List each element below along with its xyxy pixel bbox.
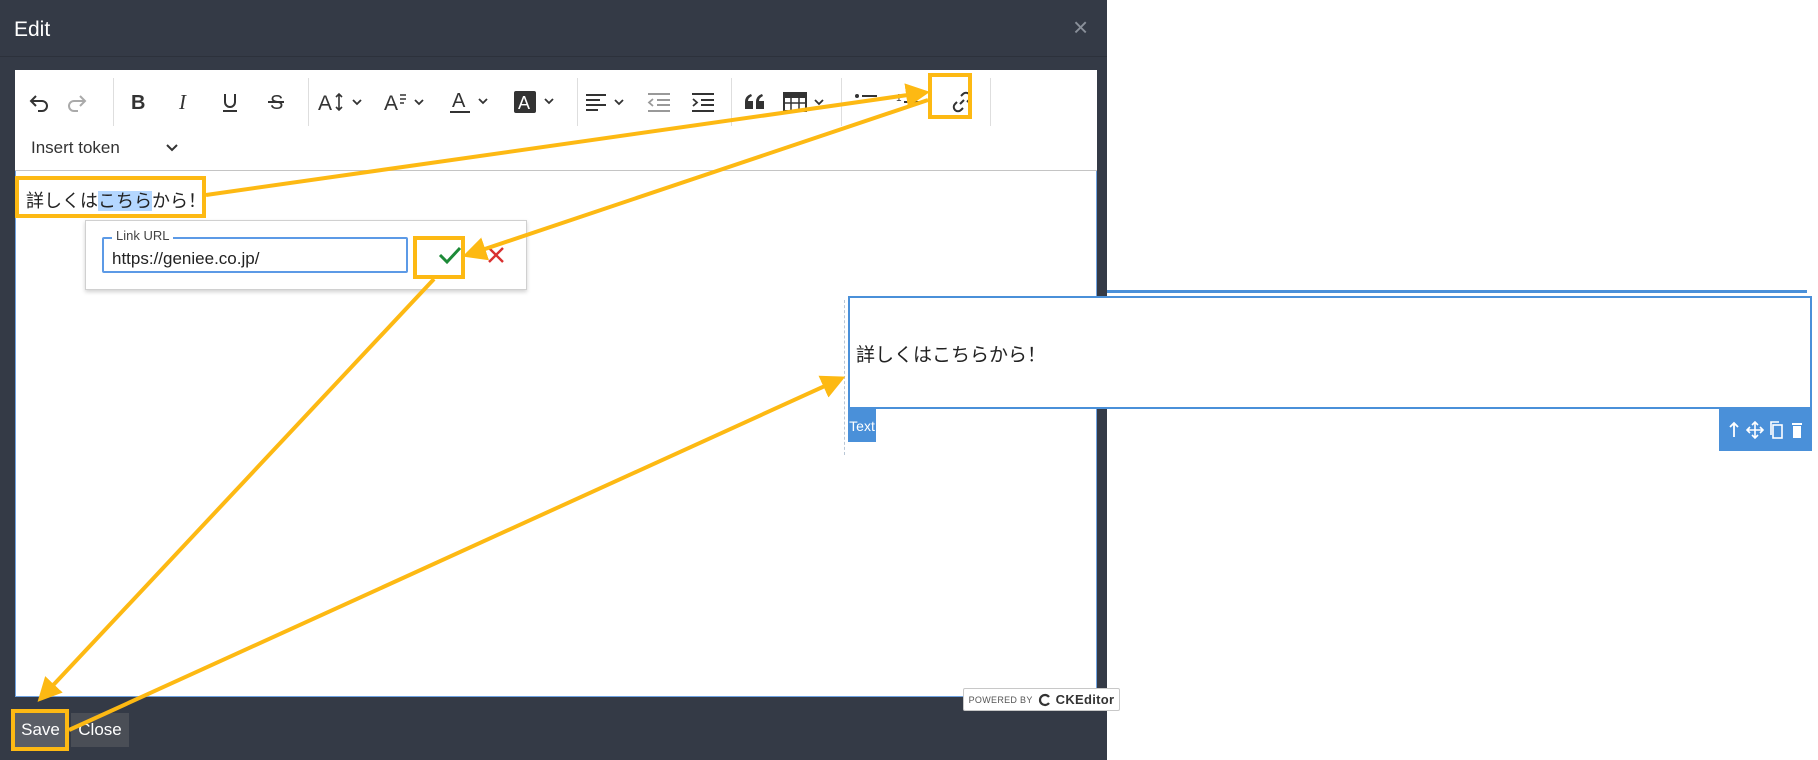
selected-text: こちら <box>98 191 152 211</box>
cancel-link-button[interactable] <box>476 237 516 273</box>
outdent-icon[interactable] <box>641 86 677 118</box>
font-color-icon[interactable]: A <box>447 86 503 118</box>
ckeditor-brand: CKEditor <box>1055 692 1115 707</box>
insert-token-label: Insert token <box>31 138 120 157</box>
italic-icon[interactable]: I <box>167 86 201 118</box>
svg-text:1: 1 <box>896 93 902 104</box>
link-icon[interactable] <box>945 86 979 118</box>
toolbar-separator <box>113 78 114 126</box>
chevron-down-icon <box>166 144 178 152</box>
close-icon <box>488 247 504 263</box>
editor-toolbar: B I S A A A A 1 Insert token <box>15 70 1097 171</box>
powered-by-text: POWERED BY <box>968 694 1033 705</box>
insert-table-icon[interactable] <box>781 86 835 118</box>
editor-text-line: 詳しくはこちらから！ <box>26 187 206 213</box>
svg-text:A: A <box>384 92 398 114</box>
move-up-icon[interactable] <box>1724 418 1744 442</box>
undo-icon[interactable] <box>23 86 55 118</box>
blockquote-icon[interactable] <box>737 86 773 118</box>
font-background-color-icon[interactable]: A <box>511 86 567 118</box>
toolbar-separator <box>308 78 309 126</box>
font-size-icon[interactable]: A <box>315 86 371 118</box>
font-family-icon[interactable]: A <box>381 86 437 118</box>
save-button[interactable]: Save <box>12 713 69 747</box>
link-balloon: Link URL <box>85 220 527 290</box>
toolbar-separator <box>577 78 578 126</box>
preview-top-border <box>1107 290 1807 293</box>
save-link-button[interactable] <box>430 237 470 273</box>
powered-by-badge[interactable]: POWERED BY CKEditor <box>963 688 1120 711</box>
ckeditor-logo-icon <box>1038 693 1050 706</box>
indent-icon[interactable] <box>685 86 721 118</box>
insert-token-dropdown[interactable]: Insert token <box>31 134 179 162</box>
link-url-label: Link URL <box>112 228 174 243</box>
delete-icon[interactable] <box>1787 418 1807 442</box>
text-before: 詳しくは <box>26 191 98 211</box>
checkmark-icon <box>438 246 462 265</box>
drag-move-icon[interactable] <box>1745 418 1765 442</box>
title-divider <box>0 56 1107 57</box>
toolbar-separator <box>990 78 991 126</box>
modal-title: Edit <box>14 18 51 41</box>
numbered-list-icon[interactable]: 1 <box>891 86 925 118</box>
bulleted-list-icon[interactable] <box>849 86 883 118</box>
svg-text:A: A <box>318 92 332 114</box>
svg-text:A: A <box>518 93 530 113</box>
close-button[interactable]: Close <box>71 713 129 747</box>
redo-icon[interactable] <box>61 86 93 118</box>
block-controls <box>1719 409 1812 451</box>
text-after: から！ <box>152 191 206 211</box>
block-type-tag: Text <box>848 409 876 442</box>
underline-icon[interactable] <box>213 86 247 118</box>
bold-icon[interactable]: B <box>121 86 155 118</box>
svg-text:B: B <box>131 92 145 113</box>
svg-text:I: I <box>178 91 187 113</box>
close-icon[interactable]: × <box>1073 12 1088 42</box>
preview-text: 詳しくはこちらから！ <box>856 345 1047 366</box>
svg-text:A: A <box>452 90 466 112</box>
duplicate-icon[interactable] <box>1766 418 1786 442</box>
strikethrough-icon[interactable]: S <box>259 86 293 118</box>
toolbar-separator <box>731 78 732 126</box>
preview-guide-line <box>844 300 845 455</box>
toolbar-separator <box>841 78 842 126</box>
alignment-icon[interactable] <box>583 86 633 118</box>
